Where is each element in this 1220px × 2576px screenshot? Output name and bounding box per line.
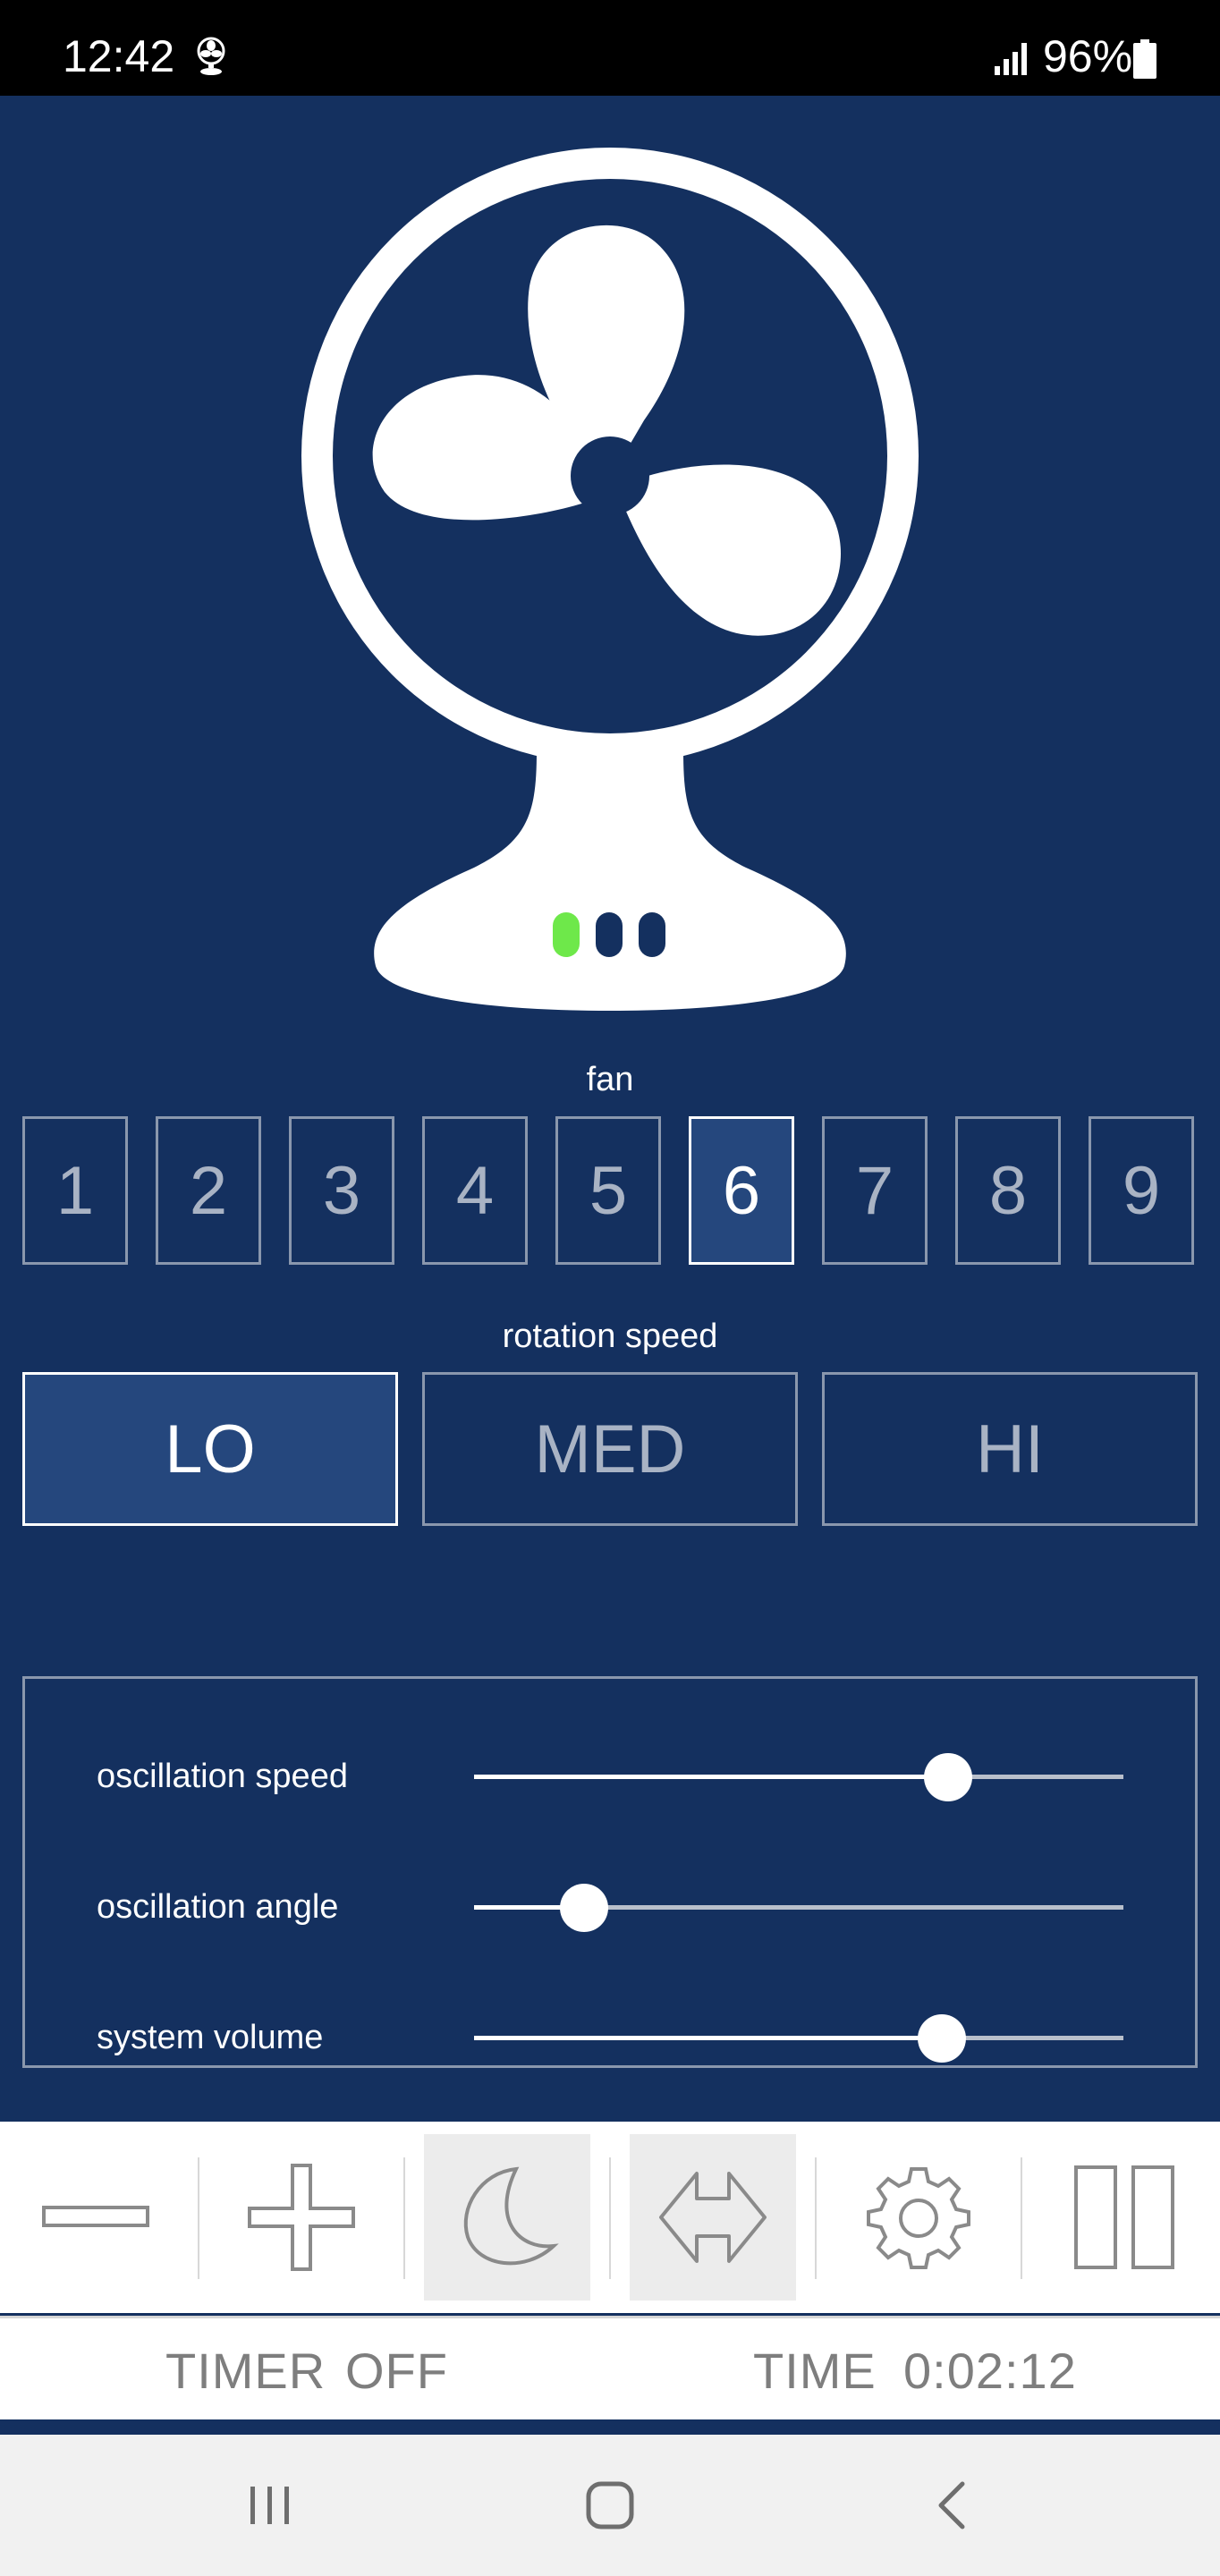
oscillation-speed-slider[interactable] bbox=[474, 1753, 1123, 1801]
speed-indicator-1 bbox=[553, 912, 580, 957]
fan-level-7-button[interactable]: 7 bbox=[822, 1116, 928, 1265]
fan-app-screen: 12:42 96% fan 1 2 3 4 5 6 7 8 9 rotation… bbox=[0, 0, 1220, 2576]
system-volume-label: system volume bbox=[97, 2019, 324, 2056]
pause-icon bbox=[1074, 2165, 1174, 2269]
fan-level-9-button[interactable]: 9 bbox=[1089, 1116, 1194, 1265]
rotation-hi-button[interactable]: HI bbox=[822, 1372, 1198, 1526]
rotation-med-button[interactable]: MED bbox=[422, 1372, 798, 1526]
home-icon bbox=[586, 2481, 634, 2529]
gear-icon bbox=[867, 2167, 970, 2269]
system-volume-thumb[interactable] bbox=[917, 2014, 966, 2063]
toolbar-divider bbox=[198, 2157, 199, 2279]
plus-button[interactable] bbox=[218, 2134, 385, 2301]
time-label: TIME bbox=[753, 2343, 877, 2399]
status-time: 12:42 bbox=[63, 31, 175, 81]
speed-indicator-3 bbox=[639, 912, 665, 957]
oscillation-speed-row: oscillation speed bbox=[25, 1741, 1195, 1813]
bottom-toolbar bbox=[0, 2122, 1220, 2313]
toolbar-divider bbox=[1021, 2157, 1022, 2279]
recent-apps-button[interactable] bbox=[216, 2474, 324, 2537]
fan-label: fan bbox=[586, 1061, 634, 1098]
timer-label: TIMER bbox=[165, 2343, 326, 2399]
system-volume-row: system volume bbox=[25, 2003, 1195, 2074]
fan-level-row: 1 2 3 4 5 6 7 8 9 bbox=[22, 1116, 1198, 1270]
sleep-mode-button[interactable] bbox=[424, 2134, 590, 2301]
fan-illustration bbox=[301, 148, 919, 1011]
timer-value: OFF bbox=[345, 2343, 448, 2399]
fan-level-1-button[interactable]: 1 bbox=[22, 1116, 128, 1265]
oscillation-angle-slider[interactable] bbox=[474, 1884, 1123, 1932]
status-bar: 12:42 96% bbox=[0, 0, 1220, 96]
oscillation-speed-fill bbox=[474, 1775, 948, 1779]
fan-level-3-button[interactable]: 3 bbox=[289, 1116, 394, 1265]
system-volume-fill bbox=[474, 2036, 942, 2040]
arrows-horizontal-icon bbox=[659, 2172, 767, 2263]
signal-icon bbox=[995, 43, 1027, 75]
plus-icon bbox=[248, 2164, 355, 2271]
moon-icon bbox=[463, 2166, 559, 2266]
fan-level-8-button[interactable]: 8 bbox=[955, 1116, 1061, 1265]
toolbar-divider bbox=[609, 2157, 611, 2279]
back-icon bbox=[938, 2481, 965, 2529]
rotation-speed-row: LO MED HI bbox=[22, 1372, 1198, 1526]
fan-level-6-button[interactable]: 6 bbox=[689, 1116, 794, 1265]
minus-button[interactable] bbox=[13, 2134, 179, 2301]
oscillation-speed-thumb[interactable] bbox=[923, 1753, 972, 1801]
toolbar-divider bbox=[815, 2157, 817, 2279]
speed-indicator-2 bbox=[596, 912, 623, 957]
settings-button[interactable] bbox=[835, 2134, 1002, 2301]
oscillation-angle-label: oscillation angle bbox=[97, 1888, 339, 1926]
oscillate-button[interactable] bbox=[630, 2134, 796, 2301]
oscillation-angle-thumb[interactable] bbox=[560, 1884, 609, 1932]
system-navigation-bar bbox=[0, 2435, 1220, 2576]
system-volume-slider[interactable] bbox=[474, 2014, 1123, 2063]
battery-percent: 96% bbox=[1043, 31, 1133, 81]
recent-apps-icon bbox=[250, 2487, 289, 2524]
timer-bar: TIMER OFF TIME 0:02:12 bbox=[0, 2316, 1220, 2419]
minus-icon bbox=[42, 2206, 149, 2227]
settings-slider-panel: oscillation speed oscillation angle syst… bbox=[22, 1676, 1198, 2068]
fan-notification-icon bbox=[197, 37, 225, 75]
home-button[interactable] bbox=[556, 2474, 664, 2537]
fan-level-5-button[interactable]: 5 bbox=[555, 1116, 661, 1265]
oscillation-speed-label: oscillation speed bbox=[97, 1758, 348, 1795]
back-button[interactable] bbox=[898, 2474, 1005, 2537]
oscillation-angle-row: oscillation angle bbox=[25, 1872, 1195, 1944]
pause-button[interactable] bbox=[1041, 2134, 1207, 2301]
fan-level-4-button[interactable]: 4 bbox=[422, 1116, 528, 1265]
battery-icon bbox=[1133, 39, 1156, 79]
rotation-speed-label: rotation speed bbox=[502, 1318, 718, 1355]
elapsed-time-value: 0:02:12 bbox=[903, 2343, 1077, 2399]
rotation-lo-button[interactable]: LO bbox=[22, 1372, 398, 1526]
toolbar-divider bbox=[403, 2157, 405, 2279]
fan-level-2-button[interactable]: 2 bbox=[156, 1116, 261, 1265]
